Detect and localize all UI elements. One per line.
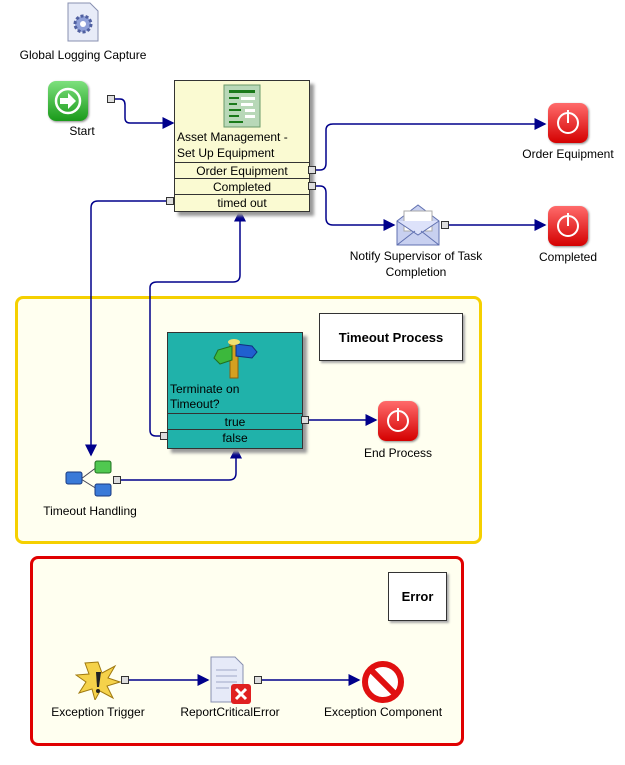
start-icon[interactable] xyxy=(48,81,88,121)
completed-port[interactable] xyxy=(308,182,316,190)
notify-port[interactable] xyxy=(441,221,449,229)
timeout-handling-port[interactable] xyxy=(113,476,121,484)
timed-out-port[interactable] xyxy=(166,197,174,205)
output-timed-out[interactable]: timed out xyxy=(175,194,309,211)
signpost-icon xyxy=(213,339,258,379)
completed-end-label: Completed xyxy=(538,250,598,264)
output-true[interactable]: true xyxy=(168,413,302,430)
timeout-handling-label: Timeout Handling xyxy=(43,504,137,518)
exception-trigger-label: Exception Trigger xyxy=(51,705,145,719)
report-error-label: ReportCriticalError xyxy=(180,705,280,719)
connectors xyxy=(85,98,547,686)
global-logging-label: Global Logging Capture xyxy=(19,48,147,62)
output-completed[interactable]: Completed xyxy=(175,178,309,195)
false-port[interactable] xyxy=(160,432,168,440)
true-port[interactable] xyxy=(301,416,309,424)
order-equipment-port[interactable] xyxy=(308,166,316,174)
order-equipment-end-label: Order Equipment xyxy=(522,147,614,161)
exception-trigger-port[interactable] xyxy=(121,676,129,684)
branch-icon[interactable] xyxy=(65,459,113,499)
end-icon[interactable] xyxy=(548,103,588,143)
notify-label-1: Notify Supervisor of Task xyxy=(349,249,483,263)
asset-management-activity[interactable]: Asset Management - Set Up Equipment Orde… xyxy=(174,80,310,212)
output-false[interactable]: false xyxy=(168,429,302,446)
end-icon[interactable] xyxy=(378,401,418,441)
asset-title-2: Set Up Equipment xyxy=(177,146,275,160)
terminate-title-2: Timeout? xyxy=(170,397,220,411)
prohibited-icon[interactable] xyxy=(360,660,406,704)
gear-document-icon[interactable] xyxy=(66,2,100,42)
connector-handling-terminate xyxy=(121,446,242,481)
end-icon[interactable] xyxy=(548,206,588,246)
start-label: Start xyxy=(69,124,95,138)
form-icon xyxy=(223,84,261,128)
envelope-icon[interactable] xyxy=(395,203,441,247)
end-process-label: End Process xyxy=(363,446,433,460)
notify-label-2: Completion xyxy=(385,265,447,279)
connector-completed-notify xyxy=(316,185,396,231)
output-order-equipment[interactable]: Order Equipment xyxy=(175,162,309,179)
exception-trigger-icon[interactable] xyxy=(75,660,121,700)
connector-timedout-handling xyxy=(85,200,170,457)
connector-start-asset xyxy=(115,98,175,129)
asset-title-1: Asset Management - xyxy=(177,130,288,144)
connector-order-equipment xyxy=(316,118,547,171)
start-port[interactable] xyxy=(107,95,115,103)
exception-component-label: Exception Component xyxy=(323,705,443,719)
terminate-decision[interactable]: Terminate on Timeout? true false xyxy=(167,332,303,449)
terminate-title-1: Terminate on xyxy=(170,382,240,396)
report-error-port[interactable] xyxy=(254,676,262,684)
error-document-icon[interactable] xyxy=(209,656,253,706)
